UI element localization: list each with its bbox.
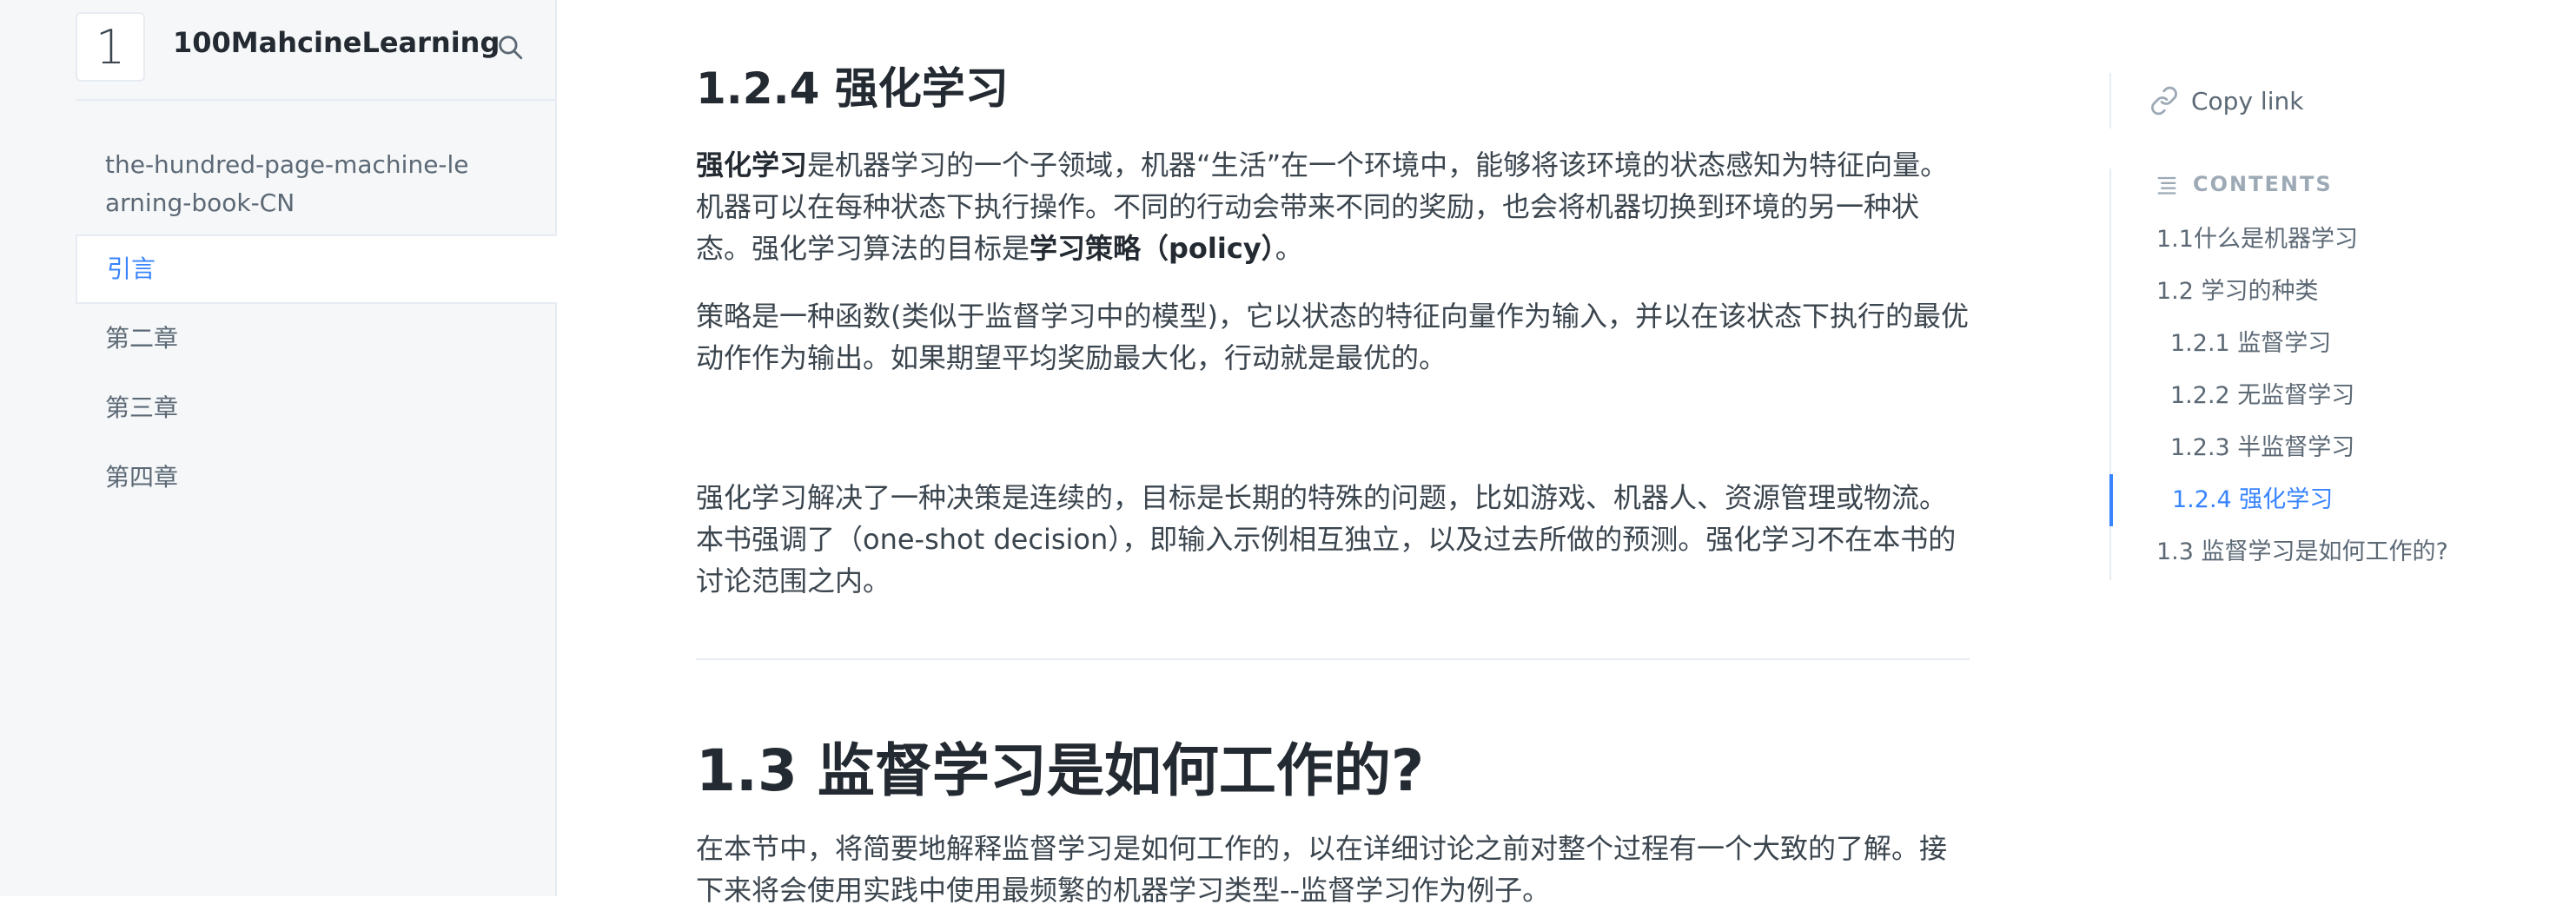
toc-item-1-1[interactable]: 1.1什么是机器学习 (2111, 214, 2537, 266)
sidebar-item-label: 第四章 (105, 463, 179, 492)
toc-item-1-2-3[interactable]: 1.2.3 半监督学习 (2111, 422, 2537, 474)
sidebar: 1 100MahcineLearning the-hundred-page-ma… (0, 0, 557, 896)
paragraph-text: 。 (1275, 232, 1303, 265)
sidebar-nav: the-hundred-page-machine-learning-book-C… (76, 130, 557, 512)
logo-text: 1 (95, 19, 126, 75)
contents-icon (2157, 176, 2176, 195)
paragraph-policy: 策略是一种函数(类似于监督学习中的模型)，它以状态的特征向量作为输入，并以在该状… (696, 300, 1969, 374)
toc-header-label: CONTENTS (2193, 172, 2333, 196)
sidebar-item-label: 引言 (107, 254, 156, 283)
sidebar-item-label: 第三章 (105, 393, 179, 422)
paragraph-rl-scope: 强化学习解决了一种决策是连续的，目标是长期的特殊的问题，比如游戏、机器人、资源管… (696, 481, 1957, 597)
sidebar-item-chapter-2[interactable]: 第二章 (76, 304, 557, 373)
copy-link-label: Copy link (2191, 86, 2304, 116)
copy-link-button[interactable]: Copy link (2109, 73, 2372, 129)
section-heading-1-2-4[interactable]: 1.2.4 强化学习 (696, 54, 1009, 116)
site-title[interactable]: 100MahcineLearning (173, 26, 500, 59)
bold-term-policy: 学习策略（policy） (1030, 232, 1275, 265)
toc-header: CONTENTS (2155, 168, 2333, 200)
toc-panel: CONTENTS 1.1什么是机器学习 1.2 学习的种类 1.2.1 监督学习… (2109, 168, 2546, 580)
search-button[interactable] (489, 26, 531, 68)
sidebar-item-label: 第二章 (105, 324, 179, 353)
sidebar-header: 1 100MahcineLearning (76, 0, 557, 101)
sidebar-item-book[interactable]: the-hundred-page-machine-learning-book-C… (76, 130, 557, 234)
bold-term-rl: 强化学习 (696, 149, 808, 182)
toc-item-1-2-1[interactable]: 1.2.1 监督学习 (2111, 318, 2537, 370)
link-icon (2151, 86, 2177, 116)
toc-item-1-3[interactable]: 1.3 监督学习是如何工作的? (2111, 526, 2537, 578)
sidebar-item-chapter-3[interactable]: 第三章 (76, 373, 557, 443)
paragraph-rl-intro: 强化学习是机器学习的一个子领域，机器“生活”在一个环境中，能够将该环境的状态感知… (696, 144, 1970, 269)
toc-item-1-2-4[interactable]: 1.2.4 强化学习 (2109, 474, 2535, 526)
site-logo[interactable]: 1 (76, 12, 145, 82)
sidebar-item-label: the-hundred-page-machine-learning-book-C… (105, 150, 469, 217)
sidebar-item-intro[interactable]: 引言 (76, 234, 557, 304)
toc-item-1-2[interactable]: 1.2 学习的种类 (2111, 266, 2537, 318)
section-divider (696, 658, 1970, 660)
search-icon (499, 36, 523, 60)
sidebar-item-chapter-4[interactable]: 第四章 (76, 443, 557, 512)
section-heading-1-3[interactable]: 1.3 监督学习是如何工作的? (696, 724, 1424, 808)
toc-item-1-2-2[interactable]: 1.2.2 无监督学习 (2111, 370, 2537, 422)
paragraph-supervised-intro: 在本节中，将简要地解释监督学习是如何工作的，以在详细讨论之前对整个过程有一个大致… (696, 832, 1948, 907)
paragraph-text: 是机器学习的一个子领域，机器“生活”在一个环境中，能够将该环境的状态感知为特征向… (696, 149, 1949, 265)
